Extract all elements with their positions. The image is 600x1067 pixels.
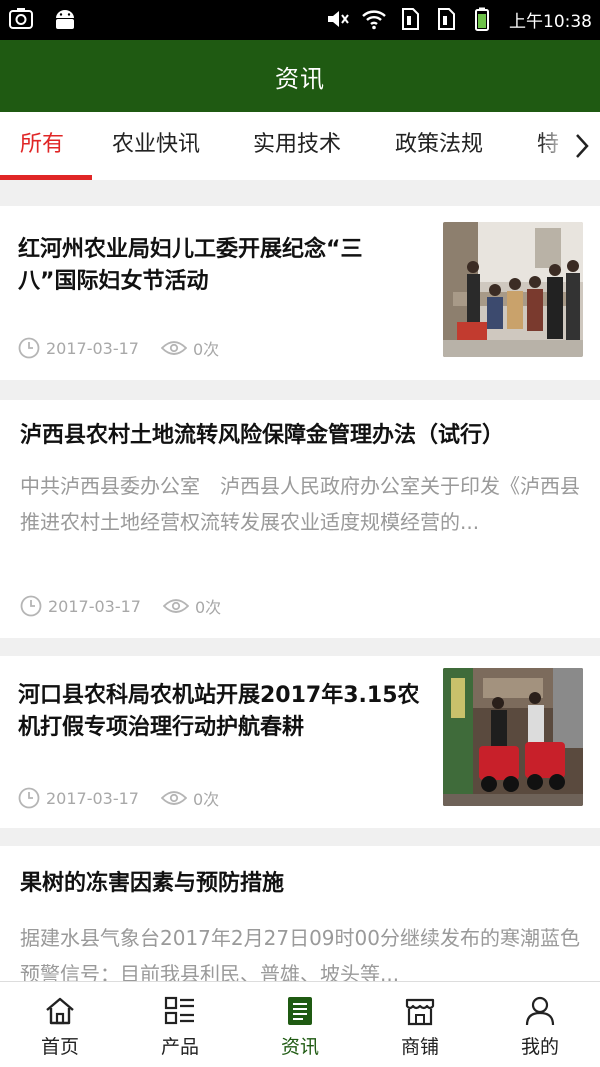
wifi-icon [362,10,386,30]
article-date: 2017-03-17 [46,788,139,808]
article-views: 0次 [192,790,220,809]
article-meta: 2017-03-17 0次 [18,786,219,810]
nav-me[interactable]: 我的 [480,982,600,1067]
list-item[interactable]: 河口县农科局农机站开展2017年3.15农机打假专项治理行动护航春耕 2017-… [0,656,600,828]
tab-policy[interactable]: 政策法规 [395,112,483,180]
sim1-icon [402,8,419,30]
tabs-scroll-right[interactable] [540,112,600,180]
tab-all[interactable]: 所有 [20,112,64,180]
nav-news-label: 资讯 [280,1036,319,1058]
clock-icon [18,337,40,359]
list-item[interactable]: 泸西县农村土地流转风险保障金管理办法（试行） 中共泸西县委办公室 泸西县人民政府… [0,400,600,638]
article-title: 红河州农业局妇儿工委开展纪念“三八”国际妇女节活动 [18,237,363,294]
mute-icon [328,11,349,27]
nav-products[interactable]: 产品 [120,982,240,1067]
clock-icon [18,787,40,809]
sim2-icon [438,8,455,30]
article-date: 2017-03-17 [48,596,141,616]
article-list: 红河州农业局妇儿工委开展纪念“三八”国际妇女节活动 2017-03-17 0次 [0,180,600,981]
nav-shops[interactable]: 商铺 [360,982,480,1067]
app-header: 资讯 [0,40,600,112]
eye-icon [160,791,187,805]
nav-home-label: 首页 [40,1036,79,1058]
tab-practical-tech[interactable]: 实用技术 [253,112,341,180]
clock-icon [20,595,42,617]
article-title: 果树的冻害因素与预防措施 [20,871,285,896]
nav-shops-label: 商铺 [400,1036,439,1058]
tab-agri-news[interactable]: 农业快讯 [112,112,200,180]
article-summary: 中共泸西县委办公室 泸西县人民政府办公室关于印发《泸西县推进农村土地经营权流转发… [20,474,580,534]
category-tabs: 所有 农业快讯 实用技术 政策法规 特 [0,112,600,180]
list-item[interactable]: 红河州农业局妇儿工委开展纪念“三八”国际妇女节活动 2017-03-17 0次 [0,206,600,380]
article-thumbnail [443,668,583,806]
article-views: 0次 [194,598,222,617]
status-bar: 上午10:38 [0,0,600,40]
status-time: 上午10:38 [509,11,592,32]
nav-news[interactable]: 资讯 [240,982,360,1067]
user-icon [525,996,555,1026]
article-meta: 2017-03-17 0次 [18,336,219,360]
page-title: 资讯 [275,64,325,93]
article-title: 河口县农科局农机站开展2017年3.15农机打假专项治理行动护航春耕 [18,683,420,740]
list-grid-icon [164,996,194,1025]
home-icon [46,997,74,1025]
battery-icon [475,7,489,31]
android-icon [56,10,74,29]
bottom-nav: 首页 产品 资讯 商铺 我的 [0,981,600,1067]
eye-icon [162,599,189,613]
article-title: 泸西县农村土地流转风险保障金管理办法（试行） [20,423,505,448]
article-views: 0次 [192,340,220,359]
article-summary: 据建水县气象台2017年2月27日09时00分继续发布的寒潮蓝色预警信号：目前我… [20,926,580,981]
chevron-right-icon [576,134,589,158]
list-item[interactable]: 果树的冻害因素与预防措施 据建水县气象台2017年2月27日09时00分继续发布… [0,846,600,981]
article-thumbnail [443,222,583,357]
eye-icon [160,341,187,355]
nav-me-label: 我的 [520,1036,559,1058]
nav-products-label: 产品 [160,1036,199,1058]
nav-home[interactable]: 首页 [0,982,120,1067]
screenshot-icon [9,8,33,29]
store-icon [405,998,435,1026]
article-date: 2017-03-17 [46,338,139,358]
news-icon [288,997,312,1025]
article-meta: 2017-03-17 0次 [20,594,221,618]
